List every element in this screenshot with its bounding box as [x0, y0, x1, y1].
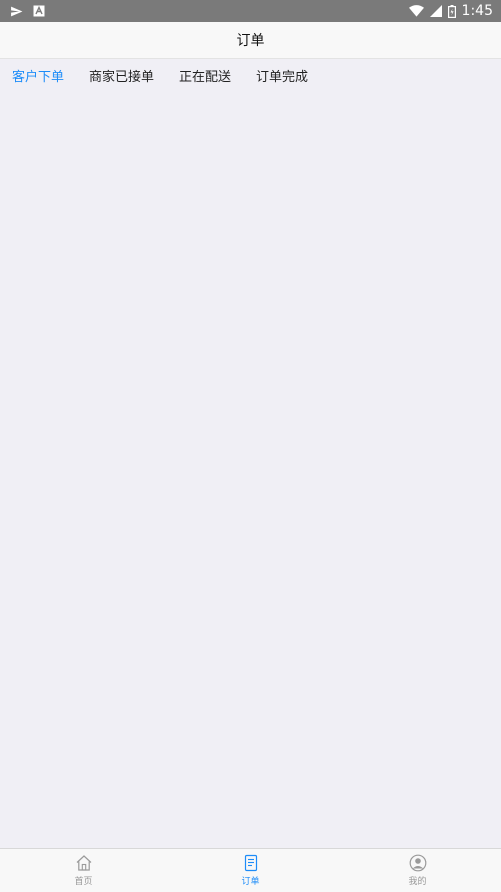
status-time: 1:45: [461, 3, 493, 19]
status-left-icons: [10, 5, 45, 18]
battery-icon: [447, 4, 456, 18]
nav-profile[interactable]: 我的: [358, 851, 478, 891]
bottom-nav: 首页 订单 我的: [0, 848, 501, 892]
a-icon: [33, 5, 45, 17]
tab-delivering[interactable]: 正在配送: [179, 66, 231, 85]
send-icon: [10, 5, 23, 18]
order-list-area: [0, 91, 501, 848]
profile-icon: [409, 854, 427, 872]
tab-merchant-accepted[interactable]: 商家已接单: [89, 66, 154, 85]
page-title: 订单: [236, 33, 265, 49]
order-icon: [242, 854, 260, 872]
title-bar: 订单: [0, 22, 501, 59]
wifi-icon: [408, 5, 424, 17]
status-bar: 1:45: [0, 0, 501, 22]
tab-order-completed[interactable]: 订单完成: [256, 66, 308, 85]
nav-orders[interactable]: 订单: [191, 851, 311, 891]
home-icon: [75, 854, 93, 872]
tab-customer-ordered[interactable]: 客户下单: [12, 66, 64, 85]
cell-signal-icon: [429, 5, 442, 17]
nav-profile-label: 我的: [408, 877, 427, 887]
nav-home[interactable]: 首页: [24, 851, 144, 891]
order-status-tabs: 客户下单 商家已接单 正在配送 订单完成: [0, 59, 501, 91]
status-right-icons: 1:45: [408, 3, 493, 19]
nav-orders-label: 订单: [241, 877, 260, 887]
nav-home-label: 首页: [74, 877, 93, 887]
